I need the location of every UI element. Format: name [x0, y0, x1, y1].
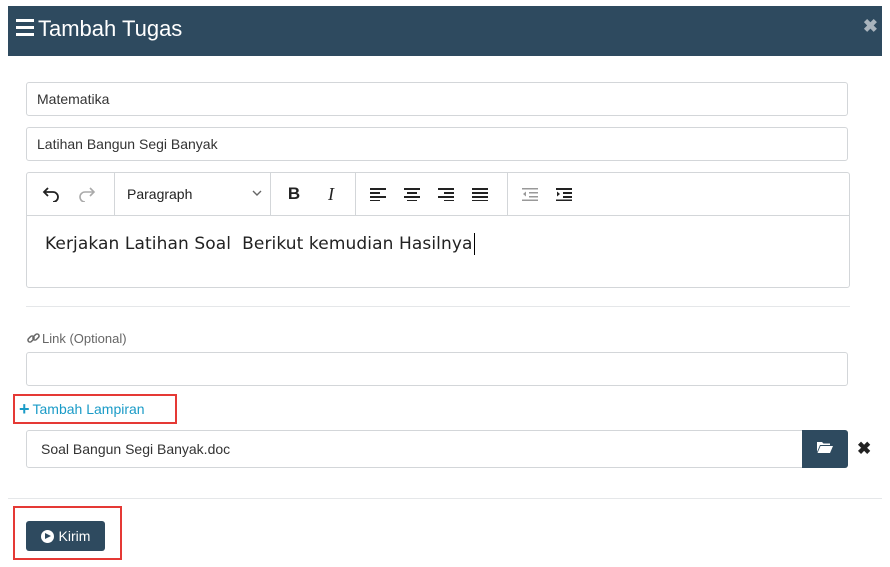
link-icon [27, 332, 40, 348]
remove-attachment-icon[interactable]: ✖ [857, 439, 871, 459]
align-right-icon[interactable] [436, 173, 456, 215]
toolbar-separator [270, 173, 271, 215]
add-attachment-button[interactable]: + Tambah Lampiran [13, 394, 177, 424]
hamburger-icon [16, 19, 34, 37]
task-title-input[interactable]: Latihan Bangun Segi Banyak [26, 127, 848, 161]
undo-icon[interactable] [39, 173, 63, 215]
toolbar-separator [507, 173, 508, 215]
redo-icon[interactable] [75, 173, 99, 215]
italic-button[interactable]: I [321, 173, 341, 215]
section-divider [26, 306, 850, 307]
submit-label: Kirim [58, 528, 91, 544]
outdent-icon[interactable] [520, 173, 540, 215]
add-attachment-label: Tambah Lampiran [32, 401, 145, 417]
subject-input[interactable]: Matematika [26, 82, 848, 116]
link-input[interactable] [26, 352, 848, 386]
editor-toolbar: Paragraph B I [27, 173, 849, 216]
toolbar-separator [355, 173, 356, 215]
align-left-icon[interactable] [368, 173, 388, 215]
modal-title: Tambah Tugas [38, 16, 183, 41]
folder-open-icon [817, 440, 833, 458]
editor-content[interactable]: Kerjakan Latihan Soal Berikut kemudian H… [45, 233, 475, 255]
toolbar-separator [114, 173, 115, 215]
link-label-text: Link (Optional) [42, 331, 127, 346]
link-label: Link (Optional) [27, 331, 127, 348]
paragraph-label: Paragraph [127, 186, 193, 202]
arrow-circle-right-icon [40, 529, 54, 543]
paragraph-select[interactable]: Paragraph [127, 173, 277, 215]
attachment-file-field[interactable]: Soal Bangun Segi Banyak.doc [26, 430, 848, 468]
browse-file-button[interactable] [802, 430, 848, 468]
footer-divider [8, 498, 882, 499]
editor-text: Kerjakan Latihan Soal Berikut kemudian H… [45, 234, 473, 254]
close-icon[interactable]: ✖ [863, 16, 878, 37]
align-center-icon[interactable] [402, 173, 422, 215]
indent-icon[interactable] [554, 173, 574, 215]
align-justify-icon[interactable] [470, 173, 490, 215]
description-editor[interactable]: Paragraph B I Kerjakan Latihan Soal Beri… [26, 172, 850, 288]
submit-highlight: Kirim [13, 506, 122, 560]
attachment-filename: Soal Bangun Segi Banyak.doc [41, 441, 231, 457]
chevron-down-icon [251, 186, 263, 202]
modal-header: Tambah Tugas ✖ [8, 6, 882, 56]
plus-icon: + [19, 399, 30, 419]
text-cursor [473, 233, 475, 255]
submit-button[interactable]: Kirim [26, 521, 105, 551]
bold-button[interactable]: B [284, 173, 304, 215]
